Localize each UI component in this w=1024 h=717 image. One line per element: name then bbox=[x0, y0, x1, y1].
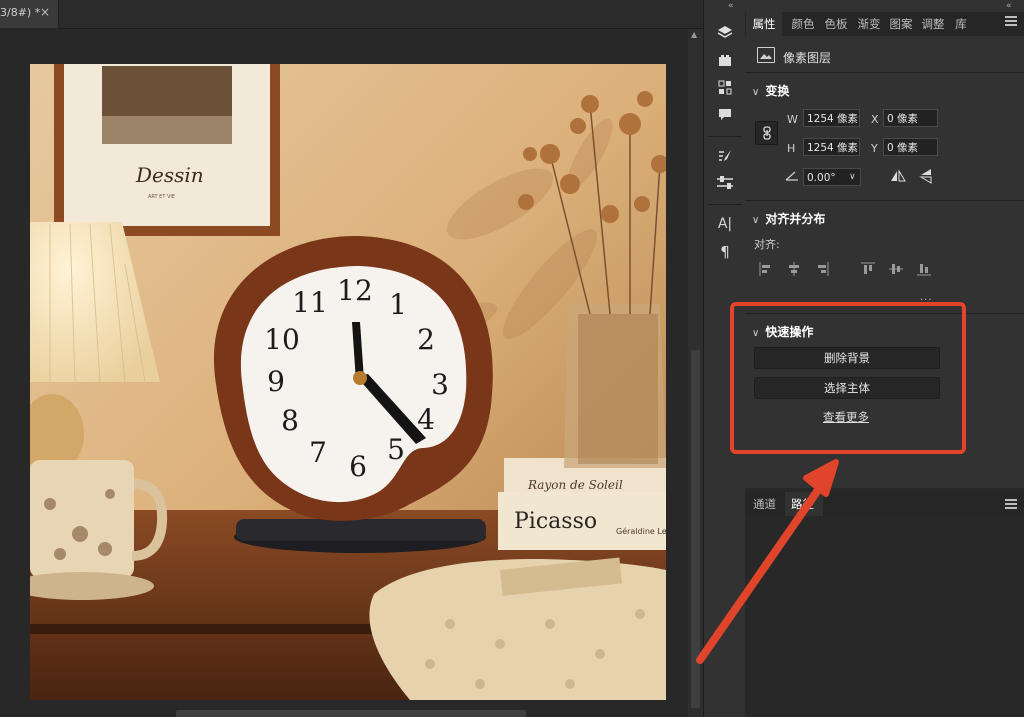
pixel-layer-icon bbox=[757, 47, 775, 63]
tab-gradients[interactable]: 渐变 bbox=[853, 12, 885, 36]
paragraph-icon[interactable]: ¶ bbox=[712, 241, 738, 263]
link-dimensions-button[interactable] bbox=[755, 121, 778, 145]
collapse-icon[interactable]: « bbox=[728, 1, 733, 11]
adjustments-icon[interactable] bbox=[712, 77, 738, 99]
character-icon[interactable]: A| bbox=[712, 213, 738, 235]
flip-vertical-icon[interactable] bbox=[919, 168, 933, 187]
align-bottom-icon[interactable] bbox=[917, 262, 931, 276]
tool-separator bbox=[708, 136, 742, 137]
width-field[interactable]: 1254 像素 bbox=[803, 109, 860, 127]
book-top-title: Rayon de Soleil bbox=[527, 478, 623, 492]
align-middle-v-icon[interactable] bbox=[889, 262, 903, 276]
height-field[interactable]: 1254 像素 bbox=[803, 138, 860, 156]
libraries-icon[interactable] bbox=[712, 50, 738, 72]
svg-text:12: 12 bbox=[337, 274, 373, 307]
close-icon[interactable]: × bbox=[40, 5, 50, 19]
align-left-icon[interactable] bbox=[759, 262, 773, 276]
svg-text:2: 2 bbox=[417, 323, 435, 356]
tab-patterns[interactable]: 图案 bbox=[885, 12, 917, 36]
chevron-down-icon[interactable]: ∨ bbox=[849, 172, 856, 182]
tool-separator bbox=[708, 204, 742, 205]
chevron-down-icon[interactable]: ∨ bbox=[752, 87, 759, 98]
svg-text:7: 7 bbox=[309, 436, 327, 469]
tab-channels[interactable]: 通道 bbox=[753, 492, 776, 516]
align-top-icon[interactable] bbox=[861, 262, 875, 276]
height-label: H bbox=[787, 142, 796, 155]
annotation-highlight-box bbox=[730, 302, 966, 454]
width-label: W bbox=[787, 113, 798, 126]
x-field[interactable]: 0 像素 bbox=[883, 109, 938, 127]
horizontal-scroll-thumb[interactable] bbox=[176, 710, 526, 717]
panel-menu-icon[interactable] bbox=[1005, 499, 1017, 511]
tab-properties[interactable]: 属性 bbox=[746, 12, 782, 36]
tab-swatches[interactable]: 色板 bbox=[820, 12, 852, 36]
svg-text:3: 3 bbox=[431, 368, 449, 401]
transform-section-header[interactable]: ∨ 变换 bbox=[752, 82, 789, 99]
flip-horizontal-icon[interactable] bbox=[890, 169, 906, 186]
svg-text:1: 1 bbox=[389, 288, 407, 321]
y-field[interactable]: 0 像素 bbox=[883, 138, 938, 156]
layers-icon[interactable] bbox=[712, 22, 738, 44]
frame-subtitle-text: ART ET VIE bbox=[148, 194, 175, 200]
svg-text:11: 11 bbox=[292, 286, 328, 319]
align-section-header[interactable]: ∨ 对齐并分布 bbox=[752, 210, 825, 227]
x-label: X bbox=[871, 113, 879, 126]
chevron-down-icon[interactable]: ∨ bbox=[752, 215, 759, 226]
vertical-scroll-thumb[interactable] bbox=[691, 350, 700, 708]
svg-text:8: 8 bbox=[281, 404, 299, 437]
brush-settings-icon[interactable] bbox=[712, 145, 738, 167]
scroll-up-icon[interactable]: ▲ bbox=[691, 30, 697, 39]
comments-icon[interactable] bbox=[712, 104, 738, 126]
layer-type-label: 像素图层 bbox=[783, 51, 832, 65]
svg-text:9: 9 bbox=[267, 365, 285, 398]
tab-color[interactable]: 颜色 bbox=[786, 12, 820, 36]
align-sublabel: 对齐: bbox=[754, 238, 780, 251]
photo-illustration: Dessin ART ET VIE 12 1 2 3 4 5 6 7 8 9 1… bbox=[30, 64, 666, 700]
frame-title-text: Dessin bbox=[135, 163, 204, 187]
angle-icon bbox=[785, 171, 799, 184]
tab-adjustments[interactable]: 调整 bbox=[917, 12, 949, 36]
svg-text:10: 10 bbox=[264, 323, 300, 356]
align-right-icon[interactable] bbox=[815, 262, 829, 276]
align-title: 对齐并分布 bbox=[765, 212, 826, 226]
y-label: Y bbox=[871, 142, 878, 155]
transform-title: 变换 bbox=[765, 84, 790, 98]
book-bottom-author: Géraldine Le bbox=[616, 526, 666, 536]
channels-paths-panel bbox=[745, 488, 1024, 717]
align-center-h-icon[interactable] bbox=[787, 262, 801, 276]
svg-text:5: 5 bbox=[387, 433, 405, 466]
divider bbox=[745, 72, 1024, 73]
svg-text:4: 4 bbox=[417, 403, 435, 436]
divider bbox=[745, 200, 1024, 201]
document-tab-label[interactable]: 3/8#) * bbox=[0, 6, 40, 19]
canvas-image[interactable]: Dessin ART ET VIE 12 1 2 3 4 5 6 7 8 9 1… bbox=[30, 64, 666, 700]
properties-sliders-icon[interactable] bbox=[712, 172, 738, 194]
collapse-icon[interactable]: « bbox=[1006, 1, 1011, 11]
svg-text:6: 6 bbox=[349, 450, 367, 483]
document-tabbar bbox=[58, 0, 703, 29]
tab-paths[interactable]: 路径 bbox=[785, 492, 823, 516]
panel-menu-icon[interactable] bbox=[1005, 16, 1017, 28]
tab-libraries[interactable]: 库 bbox=[949, 12, 973, 36]
book-bottom-title: Picasso bbox=[514, 509, 597, 534]
